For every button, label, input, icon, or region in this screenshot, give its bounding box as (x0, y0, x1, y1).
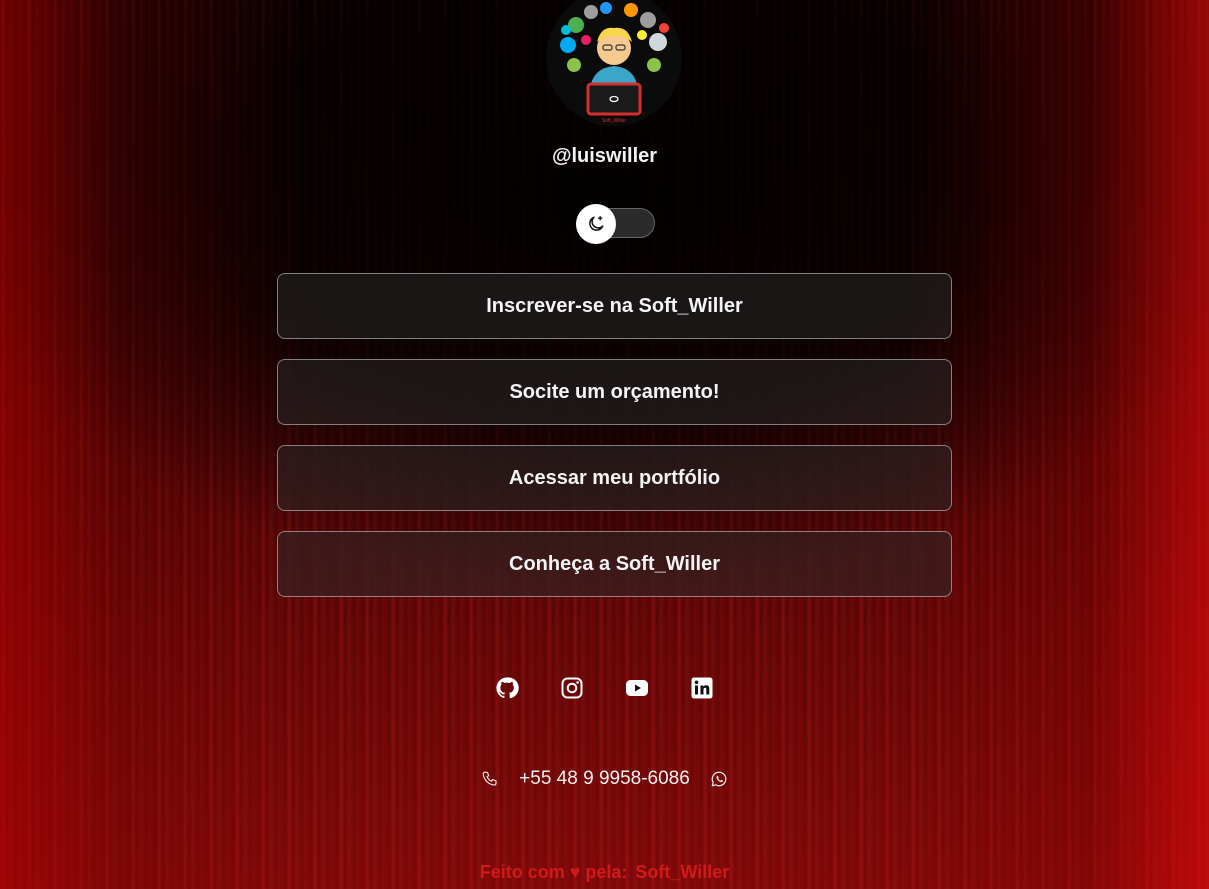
theme-toggle[interactable] (576, 204, 655, 244)
instagram-icon[interactable] (560, 676, 584, 700)
social-links (0, 676, 1209, 700)
link-list: Inscrever-se na Soft_Willer Socite um or… (277, 273, 952, 617)
developer-avatar-icon: Soft_Willer (546, 0, 682, 126)
footer-credit: Feito com ♥ pela: Soft_Willer (0, 862, 1209, 883)
footer-text: Feito com ♥ pela: (479, 862, 628, 882)
toggle-knob[interactable] (576, 204, 616, 244)
youtube-icon[interactable] (625, 676, 649, 700)
linkedin-icon[interactable] (690, 676, 714, 700)
link-about-button[interactable]: Conheça a Soft_Willer (277, 531, 952, 597)
avatar: Soft_Willer (546, 0, 682, 126)
moon-star-icon (589, 215, 604, 231)
contact-row: +55 48 9 9958-6086 (0, 768, 1209, 790)
svg-text:Soft_Willer: Soft_Willer (602, 118, 627, 124)
whatsapp-icon[interactable] (710, 770, 728, 788)
link-portfolio-button[interactable]: Acessar meu portfólio (277, 445, 952, 511)
linktree-page: Soft_Willer @luiswiller Inscrever-se na … (0, 0, 1209, 889)
link-subscribe-button[interactable]: Inscrever-se na Soft_Willer (277, 273, 952, 339)
github-icon[interactable] (495, 676, 519, 700)
footer-brand-link[interactable]: Soft_Willer (635, 862, 729, 882)
phone-icon (481, 770, 499, 788)
profile-handle: @luiswiller (551, 145, 658, 167)
link-quote-button[interactable]: Socite um orçamento! (277, 359, 952, 425)
phone-number[interactable]: +55 48 9 9958-6086 (519, 768, 690, 790)
